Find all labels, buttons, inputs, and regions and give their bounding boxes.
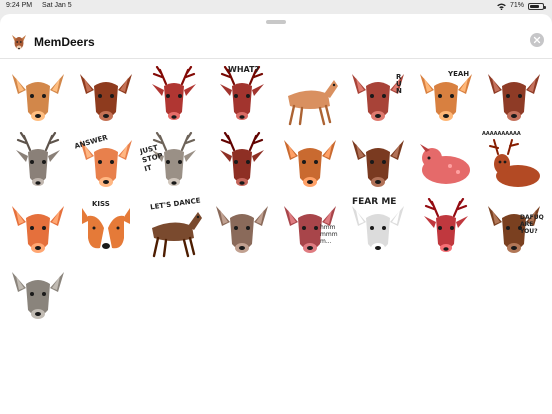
sheet-header: MemDeers xyxy=(0,24,552,59)
sticker-1[interactable] xyxy=(4,64,72,130)
close-icon xyxy=(533,36,541,44)
sticker-22[interactable]: FEAR ME xyxy=(344,196,412,262)
deer-body-icon xyxy=(288,80,338,126)
deer-face-icon xyxy=(352,140,404,187)
deer-face-icon xyxy=(352,74,404,121)
stag-lying-icon xyxy=(489,139,540,187)
deer-body-icon xyxy=(152,212,202,258)
stag-face-icon xyxy=(16,132,60,186)
sticker-14[interactable] xyxy=(344,130,412,196)
sticker-11[interactable]: JUST STOP IT xyxy=(139,130,208,196)
stag-face-icon xyxy=(152,66,196,120)
deer-face-icon xyxy=(488,74,540,121)
app-title: MemDeers xyxy=(34,35,95,49)
app-deer-icon xyxy=(12,35,26,50)
status-right: 71% xyxy=(497,0,546,12)
deer-face-icon xyxy=(80,74,132,121)
sticker-21[interactable]: hmm mmm m... xyxy=(276,196,344,262)
sticker-13[interactable] xyxy=(276,130,344,196)
status-left: 9:24 PM Sat Jan 5 xyxy=(6,0,80,12)
sticker-20[interactable] xyxy=(208,196,276,262)
stag-face-icon xyxy=(220,132,264,186)
close-button[interactable] xyxy=(530,33,544,47)
deer-face-icon xyxy=(284,140,336,187)
stag-face-icon xyxy=(424,198,468,252)
sticker-8[interactable] xyxy=(480,64,548,130)
sticker-sheet: MemDeers WHAT? RUN YEAH ANSWER JUST STOP IT A… xyxy=(0,14,552,414)
deer-face-icon xyxy=(80,140,132,187)
sticker-19[interactable]: LET'S DANCE xyxy=(140,196,208,262)
wifi-icon xyxy=(497,2,506,10)
sticker-25[interactable] xyxy=(4,262,72,328)
status-time: 9:24 PM xyxy=(6,2,33,9)
fawn-lying-icon xyxy=(420,144,470,184)
sticker-5[interactable] xyxy=(276,64,344,130)
deer-face-icon xyxy=(352,206,404,253)
deer-face-icon xyxy=(12,206,64,253)
sticker-18[interactable]: KISS xyxy=(72,196,140,262)
deer-face-icon xyxy=(284,206,336,253)
sticker-10[interactable]: ANSWER xyxy=(72,130,140,196)
sticker-3[interactable] xyxy=(140,64,208,130)
sticker-24[interactable]: DAFUQ ARE YOU? xyxy=(480,196,548,262)
deer-face-icon xyxy=(12,74,64,121)
status-date: Sat Jan 5 xyxy=(42,2,72,9)
sticker-9[interactable] xyxy=(4,130,72,196)
sticker-7[interactable]: YEAH xyxy=(412,64,480,130)
battery-percent: 71% xyxy=(509,2,524,9)
stag-face-icon xyxy=(220,66,264,120)
stag-face-icon xyxy=(152,132,196,186)
sticker-17[interactable] xyxy=(4,196,72,262)
deer-pair-icon xyxy=(82,208,130,249)
status-bar: 9:24 PM Sat Jan 5 71% xyxy=(0,0,552,12)
sticker-4[interactable]: WHAT? xyxy=(208,64,276,130)
sticker-16[interactable]: AAAAAAAAAA xyxy=(480,130,548,196)
sticker-2[interactable] xyxy=(72,64,140,130)
sticker-15[interactable] xyxy=(412,130,480,196)
sticker-6[interactable]: RUN xyxy=(344,64,412,130)
battery-level xyxy=(530,4,539,8)
deer-face-icon xyxy=(12,272,64,319)
deer-face-icon xyxy=(420,74,472,121)
battery-icon xyxy=(528,2,546,10)
deer-face-icon xyxy=(488,206,540,253)
sticker-grid: WHAT? RUN YEAH ANSWER JUST STOP IT AAAAAAAAAA… xyxy=(4,64,548,328)
deer-face-icon xyxy=(216,206,268,253)
sticker-12[interactable] xyxy=(208,130,276,196)
sticker-23[interactable] xyxy=(412,196,480,262)
